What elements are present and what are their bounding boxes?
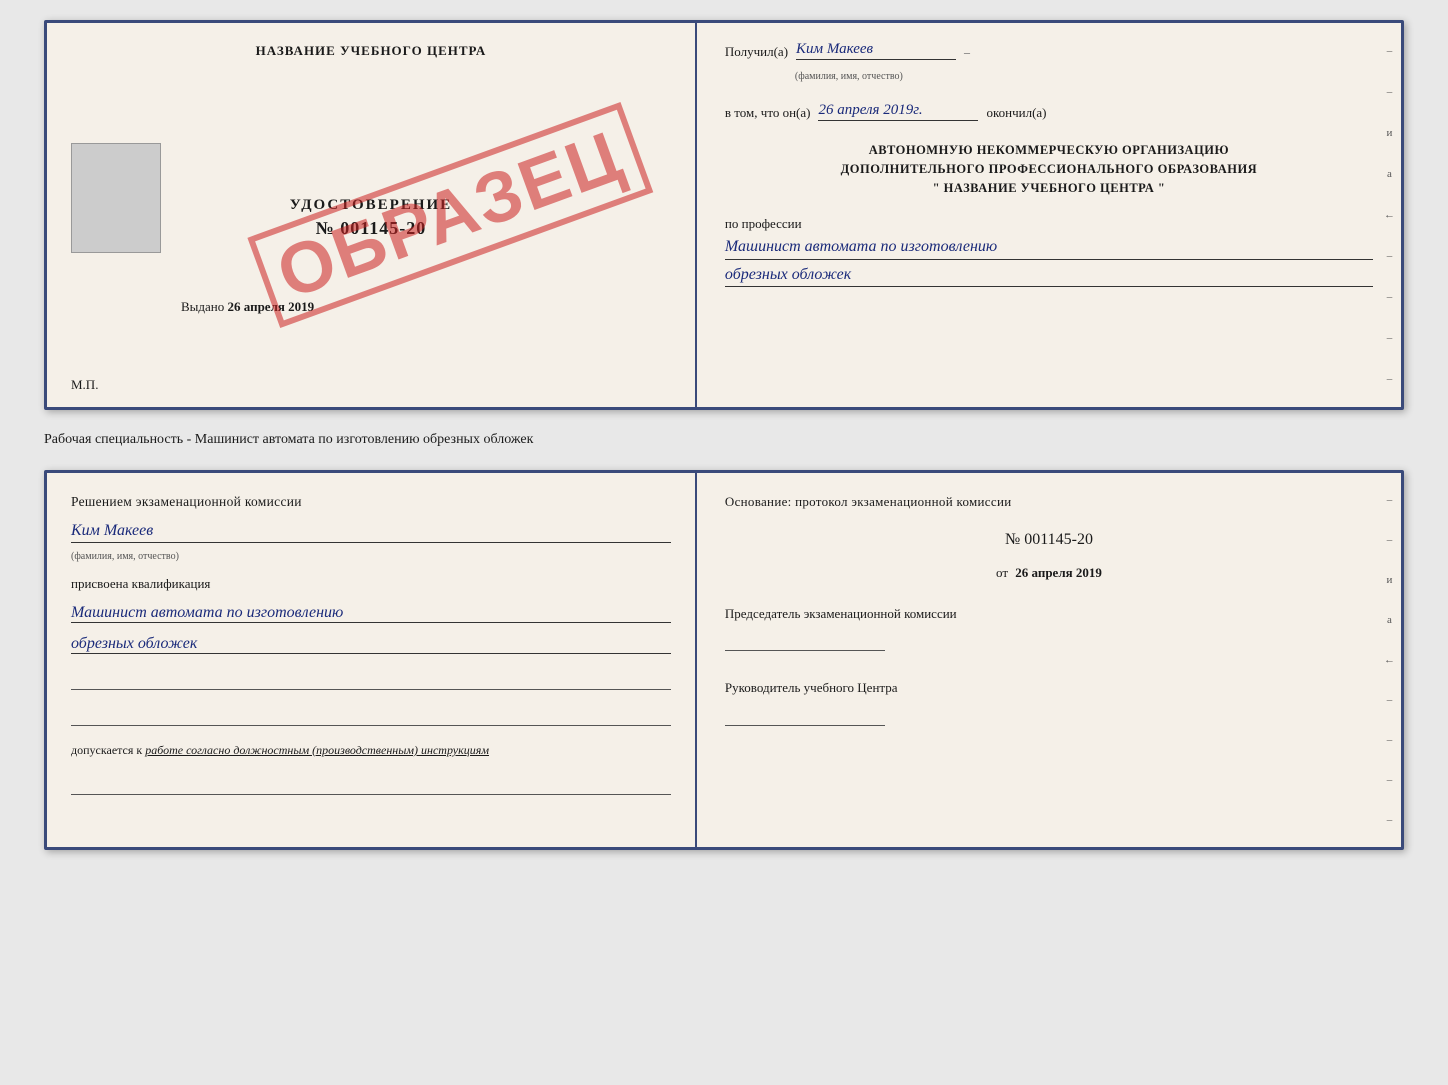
bottom-document: Решением экзаменационной комиссии Ким Ма… bbox=[44, 470, 1404, 850]
head-label: Руководитель учебного Центра bbox=[725, 680, 898, 695]
issued-date-value: 26 апреля 2019 bbox=[228, 299, 315, 314]
profession-line1: Машинист автомата по изготовлению bbox=[725, 235, 1373, 260]
chairman-block: Председатель экзаменационной комиссии bbox=[725, 605, 1373, 651]
date-value: 26 апреля 2019г. bbox=[818, 102, 978, 121]
bottom-left-panel: Решением экзаменационной комиссии Ким Ма… bbox=[47, 473, 697, 847]
date-prefix-bottom: от bbox=[996, 565, 1008, 580]
person-name: Ким Макеев bbox=[71, 522, 671, 543]
empty-line-3 bbox=[71, 773, 671, 795]
head-block: Руководитель учебного Центра bbox=[725, 679, 1373, 725]
protocol-date: от 26 апреля 2019 bbox=[725, 565, 1373, 581]
certificate-right-panel: Получил(а) Ким Макеев – (фамилия, имя, о… bbox=[697, 23, 1401, 407]
qualification-line1: Машинист автомата по изготовлению bbox=[71, 604, 671, 623]
school-name-top: НАЗВАНИЕ УЧЕБНОГО ЦЕНТРА bbox=[256, 43, 487, 59]
right-side-dashes-2: – – и а ← – – – – bbox=[1384, 473, 1395, 847]
certificate-left-panel: НАЗВАНИЕ УЧЕБНОГО ЦЕНТРА УДОСТОВЕРЕНИЕ №… bbox=[47, 23, 697, 407]
issued-date: Выдано 26 апреля 2019 bbox=[181, 299, 314, 315]
name-sub-top: (фамилия, имя, отчество) bbox=[795, 71, 903, 82]
date-row: в том, что он(а) 26 апреля 2019г. окончи… bbox=[725, 102, 1373, 121]
finished-label: окончил(а) bbox=[986, 105, 1046, 121]
admission-text: допускается к работе согласно должностны… bbox=[71, 742, 671, 759]
decision-text: Решением экзаменационной комиссии bbox=[71, 493, 671, 512]
photo-placeholder bbox=[71, 143, 161, 253]
org-line2: ДОПОЛНИТЕЛЬНОГО ПРОФЕССИОНАЛЬНОГО ОБРАЗО… bbox=[725, 160, 1373, 179]
profession-prefix: по профессии bbox=[725, 216, 802, 231]
org-line1: АВТОНОМНУЮ НЕКОММЕРЧЕСКУЮ ОРГАНИЗАЦИЮ bbox=[725, 141, 1373, 160]
top-document: НАЗВАНИЕ УЧЕБНОГО ЦЕНТРА УДОСТОВЕРЕНИЕ №… bbox=[44, 20, 1404, 410]
profession-block: по профессии Машинист автомата по изгото… bbox=[725, 215, 1373, 287]
received-name: Ким Макеев bbox=[796, 41, 956, 60]
basis-text: Основание: протокол экзаменационной коми… bbox=[725, 493, 1373, 511]
cert-label: УДОСТОВЕРЕНИЕ bbox=[290, 197, 453, 214]
chairman-sig-line bbox=[725, 627, 885, 651]
empty-line-1 bbox=[71, 668, 671, 690]
obrazec-stamp: ОБРАЗЕЦ bbox=[247, 102, 653, 328]
document-container: НАЗВАНИЕ УЧЕБНОГО ЦЕНТРА УДОСТОВЕРЕНИЕ №… bbox=[44, 20, 1404, 850]
qualification-prefix: присвоена квалификация bbox=[71, 576, 671, 592]
profession-line2: обрезных обложек bbox=[725, 266, 1373, 287]
right-side-dashes: – – и а ← – – – – bbox=[1384, 23, 1395, 407]
qualification-line2: обрезных обложек bbox=[71, 635, 671, 654]
date-value-bottom: 26 апреля 2019 bbox=[1015, 565, 1102, 580]
issued-prefix: Выдано bbox=[181, 299, 224, 314]
org-line3: " НАЗВАНИЕ УЧЕБНОГО ЦЕНТРА " bbox=[725, 179, 1373, 198]
admission-prefix: допускается к bbox=[71, 743, 142, 757]
protocol-number: № 001145-20 bbox=[725, 531, 1373, 549]
empty-line-2 bbox=[71, 704, 671, 726]
admission-italic: работе согласно должностным (производств… bbox=[145, 743, 489, 757]
org-block: АВТОНОМНУЮ НЕКОММЕРЧЕСКУЮ ОРГАНИЗАЦИЮ ДО… bbox=[725, 141, 1373, 197]
received-row: Получил(а) Ким Макеев – bbox=[725, 41, 1373, 60]
bottom-right-panel: Основание: протокол экзаменационной коми… bbox=[697, 473, 1401, 847]
chairman-label: Председатель экзаменационной комиссии bbox=[725, 606, 957, 621]
head-sig-line bbox=[725, 702, 885, 726]
received-prefix: Получил(а) bbox=[725, 44, 788, 60]
date-prefix: в том, что он(а) bbox=[725, 105, 811, 121]
mp-label: М.П. bbox=[71, 377, 98, 393]
separator-text: Рабочая специальность - Машинист автомат… bbox=[44, 426, 1404, 454]
name-sub-bottom: (фамилия, имя, отчество) bbox=[71, 551, 671, 562]
cert-number: № 001145-20 bbox=[316, 218, 427, 239]
